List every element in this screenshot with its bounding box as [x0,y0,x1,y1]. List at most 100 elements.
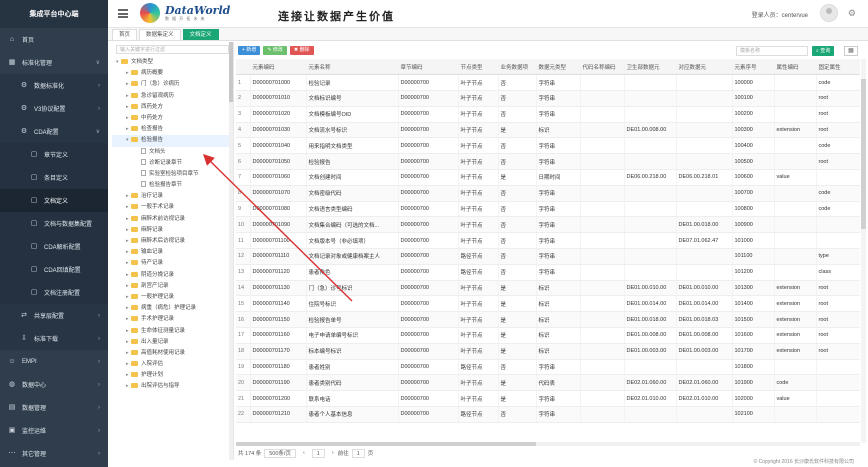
avatar[interactable] [820,4,838,22]
tree-node[interactable]: ▸ 护理计划 [112,370,233,381]
sidebar-item-1[interactable]: ▦ 标准化管理 ∨ [0,51,108,74]
tree-node[interactable]: ▸ 检查报告 [112,124,233,135]
tree-node[interactable]: ▸ 治疗记录 [112,191,233,202]
sidebar-item-0[interactable]: ⌂ 首页 [0,28,108,51]
table-row[interactable]: 11 D00000701100 文档版本号（非必填项） D00000700 叶子节点否字… [236,232,860,250]
sidebar-item-7[interactable]: ▢ 文档定义 [0,189,108,212]
table-row[interactable]: 8 D00000701070 文档密级代码 D00000700 叶子节点否字符串 1007… [236,185,860,202]
tree-node[interactable]: ▸ 手术护理记录 [112,314,233,325]
current-page[interactable]: 1 [311,448,325,458]
tree-node[interactable]: ▸ 高值耗材使用记录 [112,348,233,359]
tree-node[interactable]: ▸ 出入量记录 [112,337,233,348]
table-row[interactable]: 3 D00000701020 文档模板编号OID D00000700 叶子节点否字符串 1… [236,106,860,123]
table-row[interactable]: 21 D00000701200 联系电话 D00000700 叶子节点是字符串 DE02.… [236,390,860,408]
column-header[interactable]: 章节编码 [398,59,459,76]
tree-filter-input[interactable]: 输入关键字进行过滤 [116,45,229,54]
tree-node[interactable]: ▸ 门（急）诊病历 [112,79,233,90]
table-vscroll-thumb[interactable] [861,79,866,229]
tree-scroll-thumb[interactable] [229,42,233,102]
sidebar-item-18[interactable]: ⋯ 其它管理 › [0,442,108,465]
table-row[interactable]: 13 D00000701120 患者角色 D00000700 路径节点否字符串 10120… [236,264,860,281]
tree-node[interactable]: ▸ 输血记录 [112,247,233,258]
tree-node[interactable]: ▸ 急诊留观病历 [112,91,233,102]
query-button[interactable]: ⌕ 查询 [812,46,835,56]
sidebar-item-5[interactable]: ▢ 章节定义 [0,143,108,166]
add-button[interactable]: + 新增 [238,45,261,55]
table-row[interactable]: 5 D00000701040 用来指明文档类型 D00000700 叶子节点否字符串 10… [236,137,860,155]
tree-node[interactable]: ▸ 麻醉术前访视记录 [112,214,233,225]
tree-node[interactable]: ▸ 麻醉术后访视记录 [112,236,233,247]
table-row[interactable]: 15 D00000701140 住院号标识 D00000700 叶子节点是标识 DE01.… [236,295,860,313]
delete-button[interactable]: ✖ 删除 [289,45,314,55]
grid-view-icon[interactable]: ▦ [844,46,858,56]
tree-node[interactable]: 文档头 [112,147,233,158]
tree-node[interactable]: ▸ 中药处方 [112,113,233,124]
column-header[interactable]: 元素序号 [732,59,775,76]
tree-node[interactable]: ▸ 生命体征测量记录 [112,326,233,337]
table-row[interactable]: 16 D00000701150 检验报告单号 D00000700 叶子节点是标识 DE01… [236,311,860,329]
sidebar-item-4[interactable]: ⚙ CDA配置 ∨ [0,120,108,143]
table-row[interactable]: 20 D00000701190 患者类别代码 D00000700 叶子节点是代码表 DE0… [236,374,860,392]
table-row[interactable]: 14 D00000701130 门（急）诊号标识 D00000700 叶子节点是标识 DE… [236,280,860,297]
tab-2[interactable]: 文档定义 [182,29,219,40]
tree-node[interactable]: ▸ 病历概要 [112,68,233,79]
table-row[interactable]: 12 D00000701110 文档记录对象或健康档案主人 D00000700 路径节点… [236,248,860,265]
tree-node[interactable]: ▾ 文档类型 [112,57,233,68]
table-row[interactable]: 19 D00000701180 患者姓别 D00000700 路径节点否字符串 10180… [236,359,860,376]
menu-toggle-icon[interactable] [118,9,128,18]
tree-node[interactable]: ▸ 出院评估与指导 [112,381,233,392]
table-row[interactable]: 6 D00000701050 检验报告 D00000700 叶子节点否字符串 100500… [236,153,860,171]
prev-page-button[interactable]: ‹ [303,450,305,456]
table-row[interactable]: 9 D00000701080 文档语言类型编码 D00000700 叶子节点否字符串 10… [236,201,860,218]
table-row[interactable]: 22 D00000701210 患者个人基本信息 D00000700 路径节点否字符串 1… [236,406,860,423]
sidebar-item-15[interactable]: ◍ 数据中心 › [0,373,108,396]
tree-node[interactable]: ▸ 病重（病危）护理记录 [112,303,233,314]
column-header[interactable]: 卫生部数据元 [624,59,677,76]
sidebar-item-9[interactable]: ▢ CDA解析配置 [0,235,108,258]
column-header[interactable]: 代码名称编码 [580,59,625,76]
tree-node[interactable]: 检验报告章节 [112,180,233,191]
column-header[interactable]: 数据元类型 [536,59,581,76]
goto-page-input[interactable]: 1 [351,448,365,458]
sidebar-item-16[interactable]: ▤ 数据管理 › [0,396,108,419]
column-header[interactable]: 节点类型 [458,59,499,76]
tab-1[interactable]: 数据集定义 [139,29,181,40]
column-header[interactable]: 固定属性 [816,59,860,76]
tab-0[interactable]: 首页 [112,29,138,40]
tree-node[interactable]: ▸ 入院评估 [112,359,233,370]
table-row[interactable]: 10 D00000701090 文档集合编码（可选的文档... D00000700 叶子… [236,216,860,234]
sidebar-item-10[interactable]: ▢ CDA回填配置 [0,258,108,281]
tree-node[interactable]: ▸ 一般护理记录 [112,292,233,303]
tree-node[interactable]: ▾ 检验报告 [112,135,233,147]
page-size-select[interactable]: 500条/页 [264,448,296,458]
tree-node[interactable]: ▸ 麻醉记录 [112,225,233,236]
sidebar-item-3[interactable]: ⚙ V3协议配置 › [0,97,108,120]
column-header[interactable]: 业务数据项 [498,59,537,76]
table-row[interactable]: 7 D00000701060 文档创建时间 D00000700 叶子节点是日期时间 DE0… [236,169,860,186]
tree-node[interactable]: 实验室检验项目章节 [112,169,233,180]
table-row[interactable]: 17 D00000701160 电子申请单编号标识 D00000700 叶子节点是标识 D… [236,327,860,344]
column-header[interactable] [236,59,251,76]
table-row[interactable]: 1 D00000701000 检验记录 D00000700 叶子节点否字符串 100000… [236,74,860,92]
table-vertical-scrollbar[interactable] [861,59,866,443]
table-row[interactable]: 4 D00000701030 文档流水号标识 D00000700 叶子节点是标识 DE01… [236,122,860,139]
column-header[interactable]: 属性编码 [774,59,817,76]
sidebar-item-6[interactable]: ▢ 条目定义 [0,166,108,189]
sidebar-item-8[interactable]: ▢ 文档与数据集配置 [0,212,108,235]
tree-node[interactable]: ▸ 一般手术记录 [112,202,233,213]
next-page-button[interactable]: › [332,450,334,456]
tree-node[interactable]: ▸ 西药处方 [112,102,233,113]
tree-scrollbar[interactable] [229,42,233,460]
tree-node[interactable]: ▸ 阴道分娩记录 [112,270,233,281]
edit-button[interactable]: ✎ 修改 [263,45,287,55]
sidebar-item-14[interactable]: ☺ EMPI › [0,350,108,373]
sidebar-item-12[interactable]: ⇄ 共享层配置 › [0,304,108,327]
column-header[interactable]: 对应数据元 [676,59,733,76]
sidebar-item-2[interactable]: ⚙ 数据标准化 › [0,74,108,97]
sidebar-item-13[interactable]: ⇩ 标准下载 › [0,327,108,350]
settings-gear-icon[interactable]: ⚙ [848,8,856,19]
column-header[interactable]: 元素名称 [306,59,399,76]
template-name-search-input[interactable]: 模板名称 [736,46,808,56]
tree-node[interactable]: ▸ 剖宫产记录 [112,281,233,292]
sidebar-item-17[interactable]: ▣ 监控运维 › [0,419,108,442]
